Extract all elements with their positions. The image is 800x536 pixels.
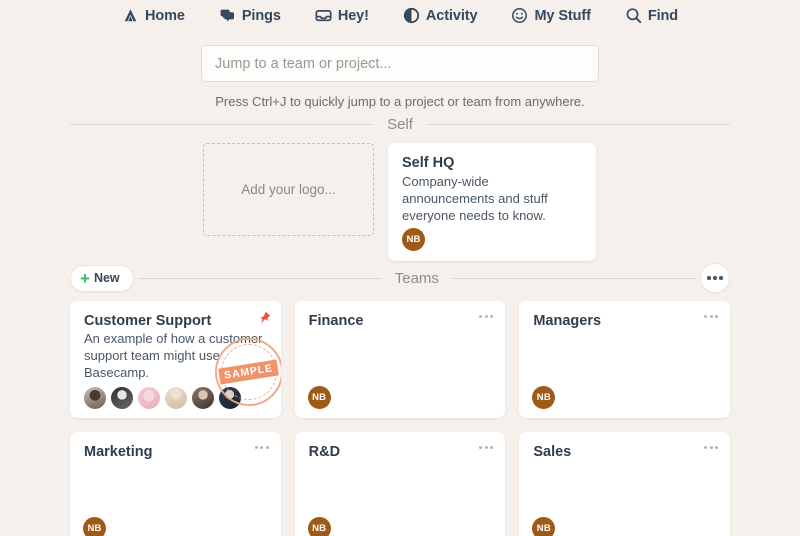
nav-label-my-stuff: My Stuff [534,7,591,24]
team-card-finance[interactable]: Finance NB [294,301,506,418]
new-button[interactable]: + New [70,264,134,292]
ellipsis-icon [713,276,717,280]
nav-item-find[interactable]: Find [625,7,678,24]
avatar[interactable] [164,386,188,410]
ellipsis-icon [484,446,488,449]
ellipsis-icon [707,276,711,280]
speech-bubbles-icon [219,7,236,24]
teams-section-title: Teams [394,269,439,287]
avatar[interactable] [191,386,215,410]
search-hint: Press Ctrl+J to quickly jump to a projec… [215,94,585,109]
smiley-face-icon [511,7,528,24]
card-title: Customer Support [84,313,212,329]
nav-item-activity[interactable]: Activity [403,7,478,24]
self-hq-title: Self HQ [402,155,455,171]
avatar[interactable]: NB [532,386,556,409]
teams-menu-button[interactable] [700,263,731,293]
card-title: Marketing [84,444,153,460]
card-title: R&D [308,444,341,460]
avatar[interactable]: NB [402,228,425,251]
plus-icon: + [80,268,90,288]
self-section-header: Self [70,109,731,139]
card-menu-button[interactable] [704,315,718,318]
team-card-sales[interactable]: Sales NB [519,432,730,536]
magnifying-glass-icon [625,7,642,24]
team-card-rd[interactable]: R&D NB [294,432,506,536]
divider-right [425,123,731,125]
sample-badge-label: SAMPLE [218,359,280,385]
ellipsis-icon [715,446,718,449]
sample-badge: SAMPLE [214,338,281,406]
divider-right [451,277,697,279]
teams-grid: Customer Support An example of how a cus… [70,301,730,536]
ellipsis-icon [479,315,483,318]
card-menu-button[interactable] [704,446,718,449]
nav-item-my-stuff[interactable]: My Stuff [511,7,591,24]
card-title: Managers [533,313,602,329]
avatar[interactable] [110,386,134,410]
ellipsis-icon [479,446,483,449]
team-card-managers[interactable]: Managers NB [519,301,730,418]
self-row: Add your logo... Self HQ Company-wide an… [70,143,730,261]
nav-label-activity: Activity [425,7,478,24]
jump-search-area: Press Ctrl+J to quickly jump to a projec… [0,45,800,109]
pushpin-icon[interactable] [256,310,272,331]
avatar[interactable]: NB [532,517,556,536]
new-button-label: New [93,271,120,285]
inbox-tray-icon [315,7,332,24]
avatar[interactable]: NB [307,517,331,536]
card-menu-button[interactable] [479,315,494,318]
ellipsis-icon [704,446,707,449]
avatar[interactable]: NB [307,386,331,409]
nav-label-home: Home [144,7,185,24]
nav-label-find: Find [647,7,679,24]
team-card-marketing[interactable]: Marketing NB [70,432,281,536]
ellipsis-icon [719,276,723,280]
ellipsis-icon [704,315,707,318]
card-menu-button[interactable] [479,446,494,449]
team-card-customer-support[interactable]: Customer Support An example of how a cus… [70,301,281,418]
card-title: Sales [533,444,572,460]
ellipsis-icon [715,315,718,318]
nav-label-pings: Pings [241,7,281,24]
ellipsis-icon [709,446,713,449]
tent-icon [122,7,139,24]
ellipsis-icon [490,446,494,449]
add-logo-label: Add your logo... [241,182,336,197]
avatar[interactable] [83,386,107,410]
nav-label-hey: Hey! [337,7,369,24]
card-menu-button[interactable] [254,446,269,449]
card-title: Finance [308,313,364,329]
ellipsis-icon [484,315,488,318]
divider-left [70,123,375,125]
ellipsis-icon [254,446,258,449]
ellipsis-icon [265,446,269,449]
self-section-title: Self [387,115,413,133]
self-hq-card[interactable]: Self HQ Company-wide announcements and s… [388,143,596,261]
avatar[interactable] [137,386,161,410]
search-input[interactable] [201,45,599,82]
ellipsis-icon [709,315,713,318]
ellipsis-icon [490,315,494,318]
nav-item-home[interactable]: Home [122,7,185,24]
avatar[interactable]: NB [83,517,106,536]
divider-left [137,277,382,279]
nav-item-pings[interactable]: Pings [219,7,281,24]
add-logo-dropzone[interactable]: Add your logo... [203,143,374,236]
half-circle-icon [403,7,420,24]
ellipsis-icon [260,446,264,449]
top-navigation: Home Pings Hey! Activity My Stuff Find [0,0,800,28]
nav-item-hey[interactable]: Hey! [315,7,369,24]
self-hq-description: Company-wide announcements and stuff eve… [402,174,548,224]
home-page: Home Pings Hey! Activity My Stuff Find J… [0,0,800,536]
teams-section-header: + New Teams [70,261,731,295]
